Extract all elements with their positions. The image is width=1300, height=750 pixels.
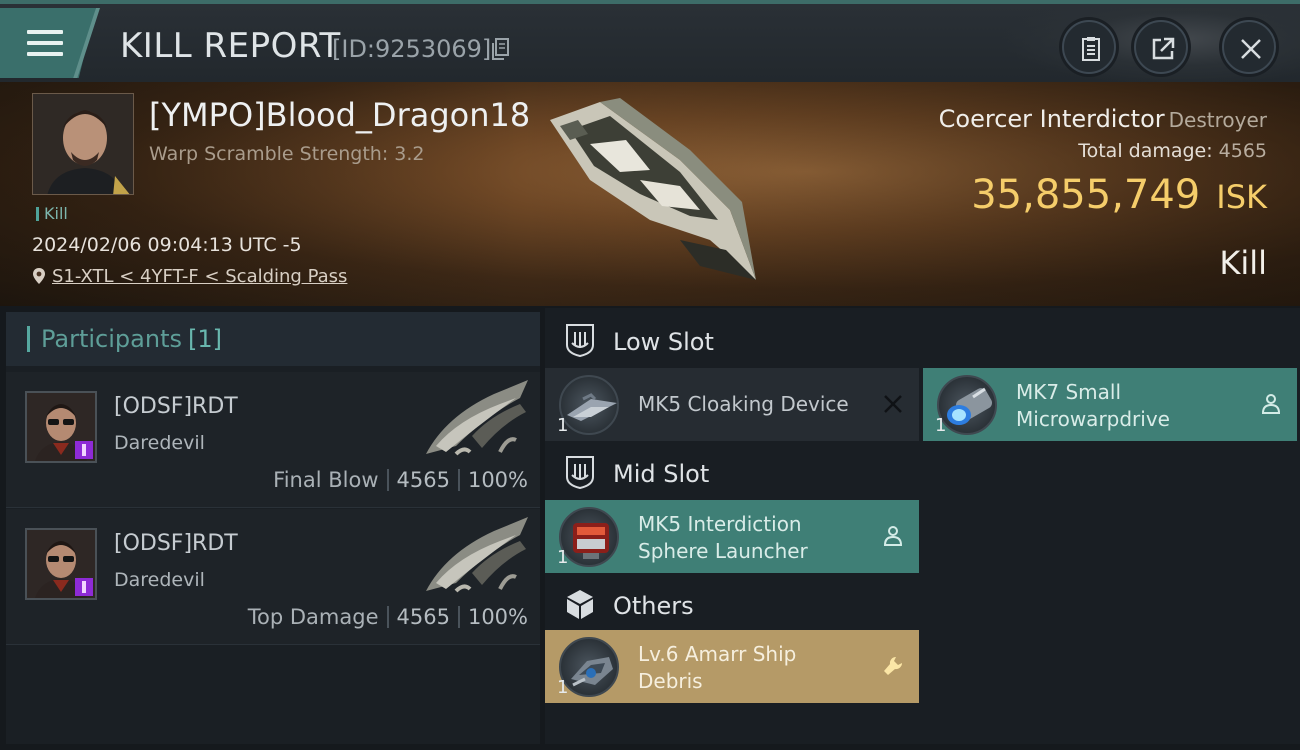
participants-header-bar [27, 326, 30, 352]
participant-damage: 4565 [396, 605, 450, 629]
top-bar: KILL REPORT [ID:9253069] [0, 0, 1300, 86]
stats-separator [457, 469, 460, 491]
stats-separator [457, 606, 460, 628]
mid-slot-header: Mid Slot [545, 442, 1300, 502]
report-id: [ID:9253069] [332, 35, 492, 63]
result-label: Kill [1219, 244, 1267, 282]
participant-avatar[interactable] [25, 528, 97, 600]
participant-damage: 4565 [396, 468, 450, 492]
participant-ship: Daredevil [114, 432, 205, 454]
participants-title: Participants [1] [41, 325, 222, 353]
participant-percent: 100% [467, 468, 528, 492]
item-name-line: Lv.6 Amarr Ship [638, 642, 797, 666]
mid-slot-title: Mid Slot [613, 460, 710, 488]
dropped-person-icon [883, 526, 903, 546]
destroyed-x-icon [884, 395, 902, 413]
low-slot-shield-icon [566, 324, 594, 357]
victim-avatar[interactable] [32, 93, 134, 195]
fitted-item[interactable]: 1 MK5 Cloaking Device [545, 368, 919, 441]
total-damage-value: 4565 [1218, 140, 1267, 162]
isk-loss: 35,855,749 ISK [971, 172, 1267, 218]
clipboard-icon [1082, 37, 1100, 61]
wrench-icon [884, 656, 903, 675]
hamburger-menu-icon [27, 30, 63, 58]
participants-header: Participants [1] [6, 312, 540, 366]
participants-count: [1] [187, 325, 222, 353]
isk-unit: ISK [1216, 178, 1267, 216]
total-damage-label: Total damage: [1078, 140, 1213, 162]
share-button[interactable] [1134, 20, 1188, 74]
victim-ship-image[interactable] [530, 90, 770, 302]
close-icon [1241, 39, 1261, 59]
participant-role: Top Damage [247, 605, 379, 629]
item-quantity: 1 [557, 415, 569, 436]
item-quantity: 1 [935, 415, 947, 436]
dropped-person-icon [1261, 394, 1281, 414]
item-quantity: 1 [557, 547, 569, 568]
copy-id-icon[interactable] [492, 38, 510, 60]
participant-name[interactable]: [ODSF]RDT [114, 394, 238, 419]
location-link[interactable]: S1-XTL < 4YFT-F < Scalding Pass [52, 266, 347, 287]
item-name: MK7 Small Microwarpdrive [1016, 379, 1170, 433]
participant-row[interactable]: [ODSF]RDT Daredevil Top Damage 4565 100% [6, 509, 540, 645]
victim-name[interactable]: [YMPO]Blood_Dragon18 [149, 96, 530, 134]
victim-banner: [YMPO]Blood_Dragon18 Warp Scramble Stren… [0, 82, 1300, 306]
share-icon [1152, 37, 1175, 60]
clipboard-button[interactable] [1062, 20, 1116, 74]
mid-slot-shield-icon [566, 456, 594, 489]
participant-stats: Top Damage 4565 100% [248, 605, 528, 629]
participant-ship: Daredevil [114, 569, 205, 591]
participant-role: Final Blow [273, 468, 379, 492]
item-name-line: Microwarpdrive [1016, 407, 1170, 431]
item-quantity: 1 [557, 677, 569, 698]
fitted-item[interactable]: 1 Lv.6 Amarr Ship Debris [545, 630, 919, 703]
participant-stats: Final Blow 4565 100% [273, 468, 528, 492]
stats-separator [386, 469, 389, 491]
fitted-item[interactable]: 1 MK7 Small Microwarpdrive [923, 368, 1297, 441]
item-name: MK5 Interdiction Sphere Launcher [638, 511, 808, 565]
kill-tag: Kill [36, 204, 68, 223]
participant-ship-image [426, 380, 528, 456]
participant-row[interactable]: [ODSF]RDT Daredevil Final Blow 4565 100% [6, 372, 540, 508]
isk-value: 35,855,749 [971, 172, 1201, 218]
warp-scramble-strength: Warp Scramble Strength: 3.2 [149, 143, 425, 165]
others-header: Others [545, 574, 1300, 634]
page-title: KILL REPORT [120, 26, 341, 66]
stats-separator [386, 606, 389, 628]
victim-ship-line: Coercer Interdictor Destroyer [939, 105, 1267, 133]
fitted-item[interactable]: 1 MK5 Interdiction Sphere Launcher [545, 500, 919, 573]
victim-ship-class: Destroyer [1168, 108, 1267, 132]
item-name-line: Debris [638, 669, 703, 693]
participants-title-text: Participants [41, 325, 182, 353]
kill-location[interactable]: S1-XTL < 4YFT-F < Scalding Pass [32, 266, 347, 287]
participants-panel: Participants [1] [ODSF]RDT Daredevil Fin… [6, 312, 540, 744]
participant-ship-image [426, 517, 528, 593]
low-slot-title: Low Slot [613, 328, 714, 356]
security-status-badge [75, 441, 93, 459]
close-button[interactable] [1222, 20, 1276, 74]
cargo-box-icon [567, 590, 593, 619]
participant-percent: 100% [467, 605, 528, 629]
low-slot-header: Low Slot [545, 310, 1300, 370]
others-title: Others [613, 592, 694, 620]
total-damage: Total damage: 4565 [1078, 140, 1267, 162]
item-name: Lv.6 Amarr Ship Debris [638, 641, 796, 695]
location-pin-icon [33, 268, 45, 284]
fitting-panel: Low Slot 1 MK5 Cloaking Device 1 MK7 Sma… [545, 308, 1300, 744]
security-status-badge [75, 578, 93, 596]
item-name-line: MK5 Cloaking Device [638, 392, 849, 416]
item-name-line: MK7 Small [1016, 380, 1121, 404]
item-name: MK5 Cloaking Device [638, 391, 849, 418]
participant-name[interactable]: [ODSF]RDT [114, 531, 238, 556]
menu-button[interactable] [0, 8, 96, 78]
victim-ship-name[interactable]: Coercer Interdictor [939, 105, 1165, 133]
kill-datetime: 2024/02/06 09:04:13 UTC -5 [32, 234, 302, 256]
participant-avatar[interactable] [25, 391, 97, 463]
item-name-line: MK5 Interdiction [638, 512, 802, 536]
item-name-line: Sphere Launcher [638, 539, 808, 563]
